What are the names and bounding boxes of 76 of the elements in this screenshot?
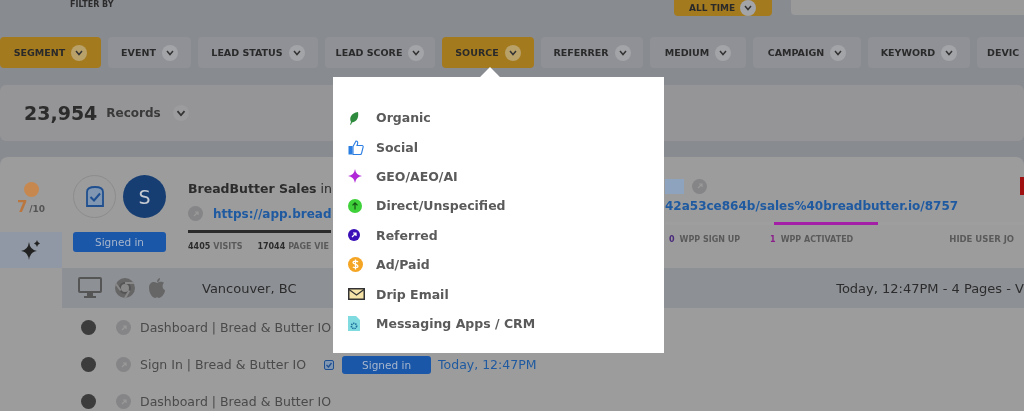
page-title: Sign In | Bread & Butter IO (140, 357, 307, 372)
signed-in-badge: Signed in (342, 355, 432, 374)
stat-label: PAGE VIE (288, 242, 329, 251)
chevron-icon (288, 44, 305, 61)
ai-button[interactable] (0, 232, 62, 268)
chevron-icon (71, 44, 88, 61)
stat-value: 4405 (188, 242, 211, 251)
chevron-icon (161, 44, 178, 61)
stat-value: 1 (770, 235, 776, 244)
records-label: Records (106, 106, 161, 120)
sparkle-icon (20, 239, 42, 261)
signed-in-badge[interactable]: Signed in (73, 232, 166, 252)
page-title: Dashboard | Bread & Butter IO (140, 320, 332, 335)
monitor-icon (78, 277, 102, 299)
chevron-icon (614, 44, 631, 61)
stat-label: WPP ACTIVATED (780, 235, 854, 244)
page-dot (81, 357, 96, 372)
filter-tab[interactable]: LEAD SCORE (325, 37, 435, 68)
apple-icon (148, 277, 166, 299)
checkbox-icon (324, 359, 335, 370)
browser-icon (114, 277, 136, 299)
stat-value: 17044 (257, 242, 286, 251)
filter-tab[interactable]: LEAD STATUS (198, 37, 318, 68)
score-dot (23, 182, 39, 197)
avatar: S (123, 175, 166, 218)
name-suffix: in (320, 181, 332, 196)
chevron-icon (830, 44, 847, 61)
chevron-icon (715, 44, 732, 61)
filter-tab[interactable]: KEYWORD (868, 37, 970, 68)
stat-value: 0 (669, 235, 675, 244)
stat-label: WPP SIGN UP (679, 235, 741, 244)
source-option[interactable]: Organic (348, 103, 664, 133)
page-url-link[interactable]: 42a53ce864b/sales%40breadbutter.io/8757 (665, 199, 1024, 213)
source-option[interactable]: Drip Email (348, 279, 664, 309)
page-url-link[interactable]: https://app.bread (213, 206, 332, 221)
source-option[interactable]: GEO/AEO/AI (348, 161, 664, 192)
filter-tab[interactable]: DEVIC (977, 37, 1024, 68)
source-option[interactable]: Direct/Unspecified (348, 191, 664, 221)
page-dot (81, 394, 96, 409)
page-dot (81, 320, 96, 335)
filter-by-label: FILTER BY (70, 0, 114, 9)
filter-tab[interactable]: SEGMENT (0, 37, 101, 68)
page-time: Today, 12:47PM (438, 357, 537, 372)
envelope-icon (348, 288, 365, 301)
thumbs-up-icon (348, 139, 364, 155)
leaf-icon (348, 110, 360, 125)
filter-tab[interactable]: REFERRER (541, 37, 643, 68)
page-title: Dashboard | Bread & Butter IO (140, 394, 332, 409)
tag-badge (665, 178, 684, 194)
up-arrow-icon (348, 198, 362, 213)
source-option[interactable]: Social (348, 132, 664, 162)
filter-tab[interactable]: EVENT (108, 37, 191, 68)
filter-tab[interactable]: SOURCE (442, 37, 534, 68)
filter-tab[interactable]: CAMPAIGN (753, 37, 861, 68)
score-max: /10 (29, 204, 46, 214)
document-gear-icon (348, 315, 360, 331)
alert-marker (1020, 177, 1024, 195)
chevron-icon (504, 44, 521, 61)
source-option[interactable]: Ad/Paid (348, 249, 664, 280)
visitor-name: BreadButter Sales (188, 181, 317, 196)
date-range-button[interactable]: ALL TIME (673, 0, 772, 16)
lead-score: 7 (16, 198, 28, 216)
hide-journey-link[interactable]: HIDE USER JO (949, 234, 1015, 244)
chevron-icon[interactable] (172, 105, 189, 121)
sparkle-icon (348, 169, 362, 184)
dollar-coin-icon (348, 257, 363, 273)
chevron-icon (740, 0, 757, 16)
chevron-icon (408, 44, 425, 61)
source-option[interactable]: Referred (348, 220, 664, 250)
stat-label: VISITS (213, 242, 243, 251)
visit-summary: Today, 12:47PM - 4 Pages - V (836, 280, 1024, 296)
source-option[interactable]: Messaging Apps / CRM (348, 308, 664, 339)
location-text: Vancouver, BC (202, 280, 297, 296)
record-count: 23,954 (24, 102, 98, 124)
filter-tab[interactable]: MEDIUM (650, 37, 746, 68)
chevron-icon (941, 44, 958, 61)
